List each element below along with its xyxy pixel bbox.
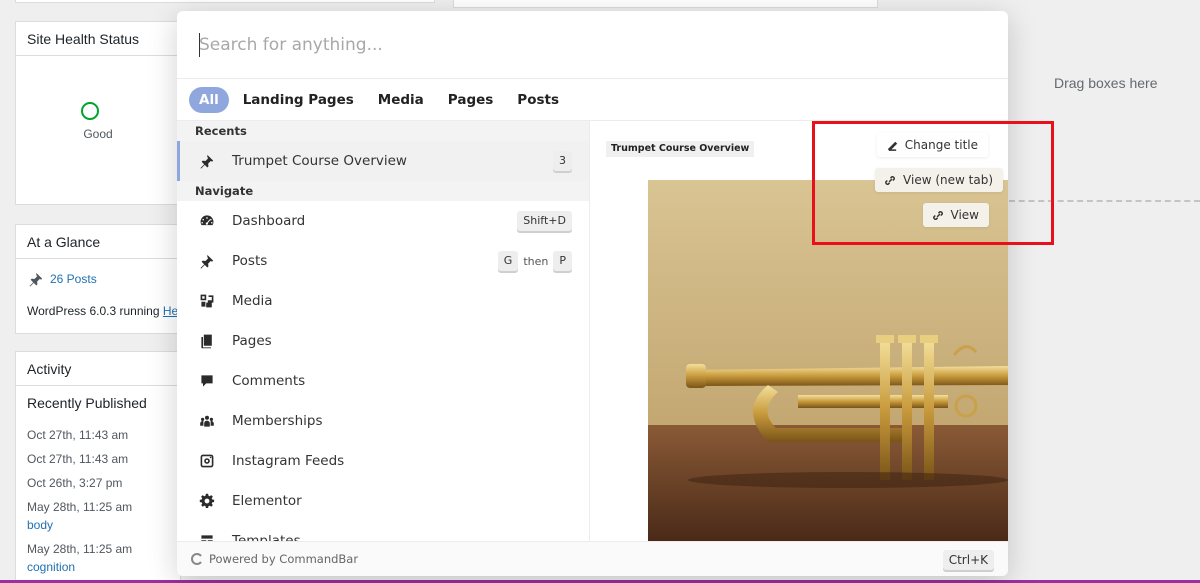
pin-icon xyxy=(200,254,214,269)
templates-icon xyxy=(201,535,213,541)
widget-title[interactable]: At a Glance xyxy=(16,225,180,259)
section-header-recents: Recents xyxy=(177,121,589,141)
nav-item-media[interactable]: Media xyxy=(177,281,589,321)
tab-media[interactable]: Media xyxy=(368,87,434,113)
wp-version-text: WordPress 6.0.3 running He xyxy=(27,304,178,318)
posts-count-label: 26 Posts xyxy=(50,272,97,286)
nav-item-dashboard[interactable]: Dashboard Shift+D xyxy=(177,201,589,241)
media-icon xyxy=(200,294,214,308)
top-widget-strip-2 xyxy=(453,0,878,8)
activity-item: May 28th, 11:25 am cognition xyxy=(16,541,180,575)
nav-item-elementor[interactable]: Elementor xyxy=(177,481,589,521)
health-status-label: Good xyxy=(83,127,113,141)
shortcut-then: then xyxy=(523,254,549,268)
health-status-icon xyxy=(81,102,99,120)
item-label: Media xyxy=(232,293,273,309)
comment-icon xyxy=(201,375,213,387)
preview-title: Trumpet Course Overview xyxy=(606,141,755,157)
activity-post-link[interactable]: cognition xyxy=(16,559,180,575)
powered-by-link[interactable]: Powered by CommandBar xyxy=(191,552,358,566)
nav-item-instagram-feeds[interactable]: Instagram Feeds xyxy=(177,441,589,481)
pin-icon xyxy=(29,272,43,287)
nav-item-templates[interactable]: Templates xyxy=(177,521,589,541)
wp-version-label: WordPress 6.0.3 running xyxy=(27,304,163,318)
pin-icon xyxy=(200,154,214,169)
tab-landing-pages[interactable]: Landing Pages xyxy=(233,87,364,113)
instagram-icon xyxy=(200,454,214,468)
item-label: Trumpet Course Overview xyxy=(232,153,407,169)
activity-date: May 28th, 11:25 am xyxy=(27,500,133,514)
powered-by-label: Powered by CommandBar xyxy=(209,552,359,566)
activity-item: Oct 27th, 11:43 am xyxy=(16,427,180,443)
activity-item: May 28th, 11:25 am body xyxy=(16,499,180,533)
shortcut-hint: Gthen P xyxy=(497,251,572,271)
activity-post-link[interactable]: body xyxy=(16,517,180,533)
item-label: Instagram Feeds xyxy=(232,453,345,469)
shortcut-key-ctrl-k: Ctrl+K xyxy=(942,550,994,570)
shortcut-hint: Shift+D xyxy=(517,211,572,231)
search-input[interactable] xyxy=(199,29,979,61)
theme-link[interactable]: He xyxy=(163,304,178,318)
widget-title[interactable]: Site Health Status xyxy=(16,22,180,56)
activity-item: Oct 26th, 3:27 pm xyxy=(16,475,180,491)
shortcut-key: P xyxy=(553,251,572,271)
activity-date: Oct 26th, 3:27 pm xyxy=(27,476,123,490)
recent-item[interactable]: Trumpet Course Overview 3 xyxy=(177,141,589,181)
item-label: Memberships xyxy=(232,413,323,429)
activity-subtitle: Recently Published xyxy=(27,395,147,411)
tab-pages[interactable]: Pages xyxy=(438,87,504,113)
shortcut-key: G xyxy=(497,251,519,271)
top-widget-strip xyxy=(15,0,435,3)
activity-date: Oct 27th, 11:43 am xyxy=(27,452,129,466)
nav-item-pages[interactable]: Pages xyxy=(177,321,589,361)
dashboard-icon xyxy=(200,215,214,226)
drag-boxes-placeholder: Drag boxes here xyxy=(1054,75,1158,91)
tab-posts[interactable]: Posts xyxy=(507,87,569,113)
nav-item-posts[interactable]: Posts Gthen P xyxy=(177,241,589,281)
commandbar-modal: AllLanding PagesMediaPagesPosts Recents … xyxy=(177,11,1008,576)
shortcut-key: Shift+D xyxy=(517,211,572,231)
item-label: Dashboard xyxy=(232,213,306,229)
activity-widget: Activity Recently Published Oct 27th, 11… xyxy=(15,351,181,583)
activity-date: Oct 27th, 11:43 am xyxy=(27,428,129,442)
at-a-glance-widget: At a Glance 26 Posts WordPress 6.0.3 run… xyxy=(15,224,181,334)
command-list: Recents Trumpet Course Overview 3 Navigat… xyxy=(177,121,589,541)
site-health-widget: Site Health Status Good xyxy=(15,21,181,205)
groups-icon xyxy=(200,415,214,427)
item-label: Pages xyxy=(232,333,272,349)
section-header-navigate: Navigate xyxy=(177,181,589,201)
gear-icon xyxy=(199,493,215,509)
activity-item: Oct 27th, 11:43 am xyxy=(16,451,180,467)
posts-count-link[interactable]: 26 Posts xyxy=(28,271,97,287)
pages-icon xyxy=(201,334,212,349)
item-label: Posts xyxy=(232,253,268,269)
item-label: Comments xyxy=(232,373,306,389)
footer: Powered by CommandBar Ctrl+K xyxy=(177,541,1008,576)
category-tabs: All Landing Pages Media Pages Posts xyxy=(189,87,569,113)
search-bar xyxy=(177,11,1008,79)
nav-item-comments[interactable]: Comments xyxy=(177,361,589,401)
widget-title[interactable]: Activity xyxy=(16,352,180,386)
item-label: Templates xyxy=(232,533,301,541)
commandbar-logo-icon xyxy=(191,553,202,565)
nav-item-memberships[interactable]: Memberships xyxy=(177,401,589,441)
recent-count-badge: 3 xyxy=(553,151,572,171)
tab-all[interactable]: All xyxy=(189,87,229,113)
annotation-highlight-box xyxy=(812,121,1054,245)
item-label: Elementor xyxy=(232,493,302,509)
activity-date: May 28th, 11:25 am xyxy=(27,542,133,556)
